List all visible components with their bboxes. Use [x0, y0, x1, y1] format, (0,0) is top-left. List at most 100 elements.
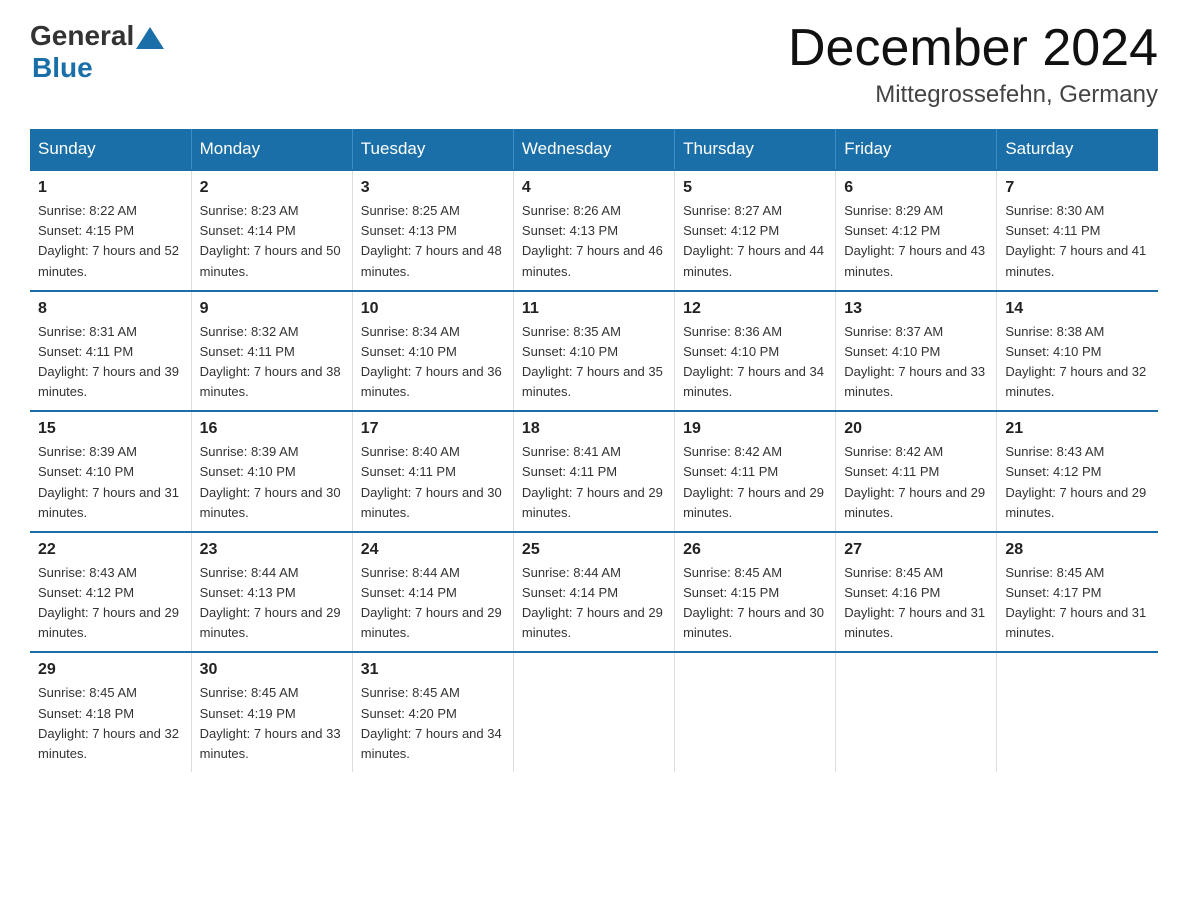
day-info: Sunrise: 8:44 AMSunset: 4:14 PMDaylight:… — [361, 563, 505, 644]
calendar-week-3: 15 Sunrise: 8:39 AMSunset: 4:10 PMDayligh… — [30, 411, 1158, 532]
day-info: Sunrise: 8:41 AMSunset: 4:11 PMDaylight:… — [522, 442, 666, 523]
day-number: 23 — [200, 541, 344, 559]
weekday-header-saturday: Saturday — [997, 129, 1158, 170]
day-info: Sunrise: 8:42 AMSunset: 4:11 PMDaylight:… — [683, 442, 827, 523]
day-info: Sunrise: 8:36 AMSunset: 4:10 PMDaylight:… — [683, 322, 827, 403]
day-number: 12 — [683, 300, 827, 318]
day-number: 24 — [361, 541, 505, 559]
day-info: Sunrise: 8:39 AMSunset: 4:10 PMDaylight:… — [200, 442, 344, 523]
weekday-header-sunday: Sunday — [30, 129, 191, 170]
calendar-week-5: 29 Sunrise: 8:45 AMSunset: 4:18 PMDayligh… — [30, 652, 1158, 772]
day-number: 16 — [200, 420, 344, 438]
calendar-header: SundayMondayTuesdayWednesdayThursdayFrid… — [30, 129, 1158, 170]
title-block: December 2024 Mittegrossefehn, Germany — [788, 20, 1158, 109]
page-header: General Blue December 2024 Mittegrossefe… — [30, 20, 1158, 109]
calendar-cell: 20Sunrise: 8:42 AMSunset: 4:11 PMDayligh… — [836, 411, 997, 532]
day-number: 3 — [361, 179, 505, 197]
weekday-header-monday: Monday — [191, 129, 352, 170]
calendar-cell: 15Sunrise: 8:39 AMSunset: 4:10 PMDayligh… — [30, 411, 191, 532]
day-info: Sunrise: 8:40 AMSunset: 4:11 PMDaylight:… — [361, 442, 505, 523]
day-info: Sunrise: 8:45 AMSunset: 4:19 PMDaylight:… — [200, 683, 344, 764]
calendar-cell: 17Sunrise: 8:40 AMSunset: 4:11 PMDayligh… — [352, 411, 513, 532]
day-number: 30 — [200, 661, 344, 679]
day-info: Sunrise: 8:44 AMSunset: 4:14 PMDaylight:… — [522, 563, 666, 644]
weekday-header-wednesday: Wednesday — [513, 129, 674, 170]
day-number: 22 — [38, 541, 183, 559]
calendar-cell — [675, 652, 836, 772]
day-info: Sunrise: 8:45 AMSunset: 4:16 PMDaylight:… — [844, 563, 988, 644]
day-info: Sunrise: 8:43 AMSunset: 4:12 PMDaylight:… — [38, 563, 183, 644]
day-number: 9 — [200, 300, 344, 318]
calendar-cell: 7 Sunrise: 8:30 AMSunset: 4:11 PMDaylight… — [997, 170, 1158, 291]
day-info: Sunrise: 8:31 AMSunset: 4:11 PMDaylight:… — [38, 322, 183, 403]
calendar-cell: 27 Sunrise: 8:45 AMSunset: 4:16 PMDayligh… — [836, 532, 997, 653]
day-info: Sunrise: 8:45 AMSunset: 4:15 PMDaylight:… — [683, 563, 827, 644]
calendar-cell: 13Sunrise: 8:37 AMSunset: 4:10 PMDayligh… — [836, 291, 997, 412]
calendar-cell: 11 Sunrise: 8:35 AMSunset: 4:10 PMDayligh… — [513, 291, 674, 412]
day-number: 14 — [1005, 300, 1150, 318]
calendar-cell: 28 Sunrise: 8:45 AMSunset: 4:17 PMDayligh… — [997, 532, 1158, 653]
logo-blue-text: Blue — [32, 52, 93, 84]
calendar-cell: 22 Sunrise: 8:43 AMSunset: 4:12 PMDayligh… — [30, 532, 191, 653]
day-number: 11 — [522, 300, 666, 318]
logo-triangle-icon — [136, 27, 164, 49]
day-info: Sunrise: 8:43 AMSunset: 4:12 PMDaylight:… — [1005, 442, 1150, 523]
day-info: Sunrise: 8:45 AMSunset: 4:20 PMDaylight:… — [361, 683, 505, 764]
calendar-cell — [836, 652, 997, 772]
day-number: 31 — [361, 661, 505, 679]
calendar-cell — [513, 652, 674, 772]
calendar-cell: 25 Sunrise: 8:44 AMSunset: 4:14 PMDayligh… — [513, 532, 674, 653]
calendar-cell: 31 Sunrise: 8:45 AMSunset: 4:20 PMDayligh… — [352, 652, 513, 772]
day-number: 7 — [1005, 179, 1150, 197]
weekday-header-thursday: Thursday — [675, 129, 836, 170]
logo-general-text: General — [30, 20, 134, 52]
calendar-cell: 29 Sunrise: 8:45 AMSunset: 4:18 PMDayligh… — [30, 652, 191, 772]
calendar-cell: 5Sunrise: 8:27 AMSunset: 4:12 PMDaylight… — [675, 170, 836, 291]
calendar-cell: 1 Sunrise: 8:22 AMSunset: 4:15 PMDaylight… — [30, 170, 191, 291]
calendar-table: SundayMondayTuesdayWednesdayThursdayFrid… — [30, 129, 1158, 772]
day-info: Sunrise: 8:38 AMSunset: 4:10 PMDaylight:… — [1005, 322, 1150, 403]
day-number: 8 — [38, 300, 183, 318]
day-number: 21 — [1005, 420, 1150, 438]
weekday-header-tuesday: Tuesday — [352, 129, 513, 170]
day-number: 28 — [1005, 541, 1150, 559]
calendar-cell: 30 Sunrise: 8:45 AMSunset: 4:19 PMDayligh… — [191, 652, 352, 772]
calendar-cell: 18 Sunrise: 8:41 AMSunset: 4:11 PMDayligh… — [513, 411, 674, 532]
day-number: 4 — [522, 179, 666, 197]
day-info: Sunrise: 8:35 AMSunset: 4:10 PMDaylight:… — [522, 322, 666, 403]
day-number: 26 — [683, 541, 827, 559]
day-info: Sunrise: 8:42 AMSunset: 4:11 PMDaylight:… — [844, 442, 988, 523]
location-title: Mittegrossefehn, Germany — [788, 81, 1158, 109]
day-number: 25 — [522, 541, 666, 559]
calendar-cell: 14 Sunrise: 8:38 AMSunset: 4:10 PMDayligh… — [997, 291, 1158, 412]
calendar-body: 1 Sunrise: 8:22 AMSunset: 4:15 PMDaylight… — [30, 170, 1158, 772]
calendar-cell: 8 Sunrise: 8:31 AMSunset: 4:11 PMDaylight… — [30, 291, 191, 412]
calendar-cell: 3Sunrise: 8:25 AMSunset: 4:13 PMDaylight… — [352, 170, 513, 291]
day-number: 1 — [38, 179, 183, 197]
day-info: Sunrise: 8:30 AMSunset: 4:11 PMDaylight:… — [1005, 201, 1150, 282]
calendar-cell: 2Sunrise: 8:23 AMSunset: 4:14 PMDaylight… — [191, 170, 352, 291]
day-info: Sunrise: 8:44 AMSunset: 4:13 PMDaylight:… — [200, 563, 344, 644]
calendar-cell: 21 Sunrise: 8:43 AMSunset: 4:12 PMDayligh… — [997, 411, 1158, 532]
calendar-cell: 19 Sunrise: 8:42 AMSunset: 4:11 PMDayligh… — [675, 411, 836, 532]
calendar-cell: 9 Sunrise: 8:32 AMSunset: 4:11 PMDaylight… — [191, 291, 352, 412]
day-number: 29 — [38, 661, 183, 679]
day-info: Sunrise: 8:22 AMSunset: 4:15 PMDaylight:… — [38, 201, 183, 282]
calendar-cell: 10Sunrise: 8:34 AMSunset: 4:10 PMDayligh… — [352, 291, 513, 412]
calendar-week-1: 1 Sunrise: 8:22 AMSunset: 4:15 PMDaylight… — [30, 170, 1158, 291]
day-info: Sunrise: 8:45 AMSunset: 4:18 PMDaylight:… — [38, 683, 183, 764]
day-number: 18 — [522, 420, 666, 438]
day-number: 27 — [844, 541, 988, 559]
month-title: December 2024 — [788, 20, 1158, 77]
calendar-cell: 26 Sunrise: 8:45 AMSunset: 4:15 PMDayligh… — [675, 532, 836, 653]
day-info: Sunrise: 8:32 AMSunset: 4:11 PMDaylight:… — [200, 322, 344, 403]
day-info: Sunrise: 8:27 AMSunset: 4:12 PMDaylight:… — [683, 201, 827, 282]
day-info: Sunrise: 8:34 AMSunset: 4:10 PMDaylight:… — [361, 322, 505, 403]
day-info: Sunrise: 8:45 AMSunset: 4:17 PMDaylight:… — [1005, 563, 1150, 644]
calendar-week-4: 22 Sunrise: 8:43 AMSunset: 4:12 PMDayligh… — [30, 532, 1158, 653]
day-number: 19 — [683, 420, 827, 438]
weekday-header-row: SundayMondayTuesdayWednesdayThursdayFrid… — [30, 129, 1158, 170]
day-number: 6 — [844, 179, 988, 197]
day-number: 15 — [38, 420, 183, 438]
day-info: Sunrise: 8:23 AMSunset: 4:14 PMDaylight:… — [200, 201, 344, 282]
